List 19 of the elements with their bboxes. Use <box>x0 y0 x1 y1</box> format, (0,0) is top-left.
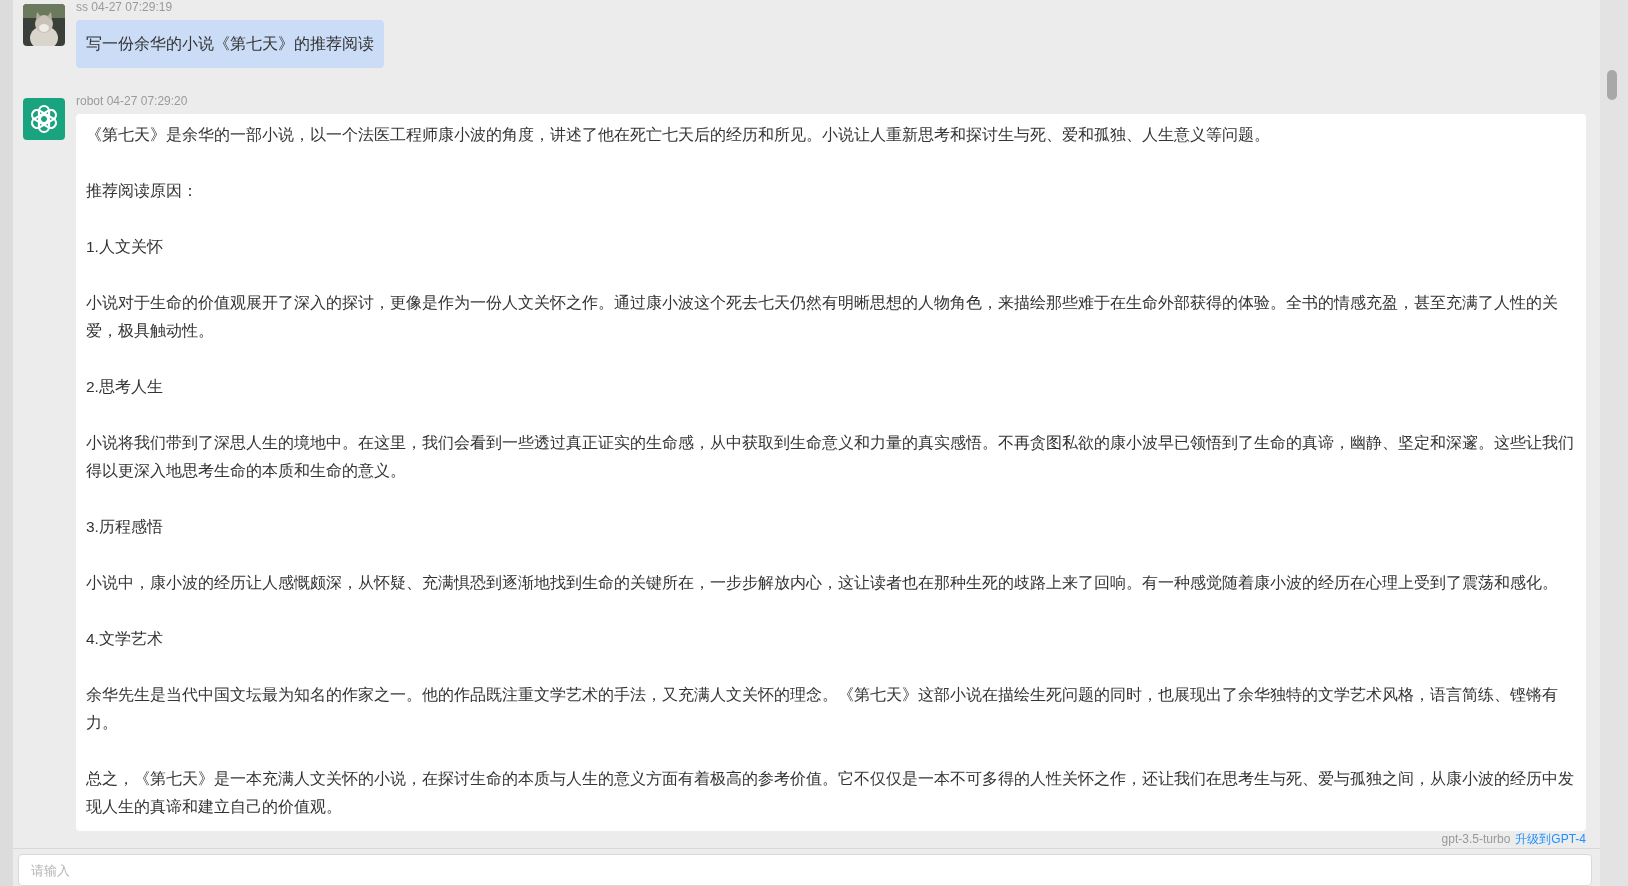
message-text: 2.思考人生 <box>86 377 164 397</box>
message-text: 3.历程感悟 <box>86 517 164 537</box>
message-text: 4.文学艺术 <box>86 629 164 649</box>
message-text: 推荐阅读原因： <box>86 181 199 201</box>
message-text: 写一份余华的小说《第七天》的推荐阅读 <box>86 34 374 54</box>
model-name: gpt-3.5-turbo <box>1441 832 1511 846</box>
message-text: 小说对于生命的价值观展开了深入的探讨，更像是作为一份人文关怀之作。通过康小波这个死去七天仍然有明晰思想的人物角色，来描绘那些难于在生命外部获得的体验。全书的情感充盈，甚至充满了人性的关爱，极具触动性。 <box>86 293 1559 341</box>
input-field[interactable]: 请输入 <box>18 854 1592 886</box>
message-text: 小说将我们带到了深思人生的境地中。在这里，我们会看到一些透过真正证实的生命感，从中获取到生命意义和力量的真实感悟。不再贪图私欲的康小波早已领悟到了生命的真谛，幽静、坚定和深邃。这些让我们得以更深入地思考生命的本质和生命的意义。 <box>86 433 1575 481</box>
upgrade-link[interactable]: 升级到GPT-4 <box>1515 832 1586 846</box>
message-text: 1.人文关怀 <box>86 237 164 257</box>
message-text: 《第七天》是余华的一部小说，以一个法医工程师康小波的角度，讲述了他在死亡七天后的经历和所见。小说让人重新思考和探讨生与死、爱和孤独、人生意义等问题。 <box>86 125 1271 145</box>
message-meta: ss 04-27 07:29:19 <box>76 0 173 14</box>
message-text: 小说中，康小波的经历让人感慨颇深，从怀疑、充满惧恐到逐渐地找到生命的关键所在，一步步解放内心，这让读者也在那种生死的歧路上来了回响。有一种感觉随着康小波的经历在心理上受到了震荡和感化。 <box>86 573 1559 593</box>
message-text: 余华先生是当代中国文坛最为知名的作家之一。他的作品既注重文学艺术的手法，又充满人文关怀的理念。《第七天》这部小说在描绘生死问题的同时，也展现出了余华独特的文学艺术风格，语言简练、铿锵有力。 <box>86 685 1559 733</box>
scrollbar[interactable] <box>1600 0 1628 886</box>
message-meta: robot 04-27 07:29:20 <box>76 94 188 108</box>
knot-icon <box>23 98 65 140</box>
message-text: 总之，《第七天》是一本充满人文关怀的小说，在探讨生命的本质与人生的意义方面有着极高的参考价值。它不仅仅是一本不可多得的人性关怀之作，还让我们在思考生与死、爱与孤独之间，从康小波的经历中发现人生的真谛和建立自己的价值观。 <box>86 769 1575 817</box>
